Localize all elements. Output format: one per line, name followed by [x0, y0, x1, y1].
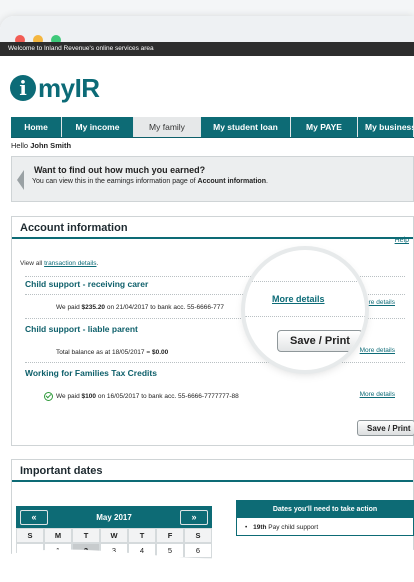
- view-all-transactions: View all transaction details.: [20, 260, 98, 267]
- view-all-suffix: .: [96, 260, 99, 267]
- myir-logo[interactable]: i myIR: [10, 68, 100, 108]
- calendar-next-button[interactable]: »: [180, 509, 208, 525]
- working-for-families-title: Working for Families Tax Credits: [25, 368, 157, 378]
- calendar-header: « May 2017 »: [16, 506, 212, 528]
- calendar-prev-button[interactable]: «: [20, 509, 48, 525]
- child-support-liable-balance: Total balance as at 18/05/2017 = $0.00: [56, 349, 168, 356]
- child-support-receiving-payment: We paid $235.20 on 21/04/2017 to bank ac…: [56, 304, 224, 311]
- logo-text: myIR: [38, 72, 100, 103]
- promo-prev-arrow-icon[interactable]: [17, 170, 24, 190]
- action-dates-header: Dates you'll need to take action: [237, 501, 413, 518]
- promo-text: You can view this in the earnings inform…: [32, 178, 268, 185]
- promo-text-prefix: You can view this in the earnings inform…: [32, 178, 196, 185]
- bottom-wave-decoration: [0, 543, 414, 582]
- payment-suffix: on 16/05/2017 to bank acc. 55-6666-77777…: [97, 393, 239, 400]
- payment-amount: $235.20: [81, 304, 106, 311]
- promo-text-suffix: .: [265, 178, 268, 185]
- important-dates-title: Important dates: [12, 460, 413, 482]
- tab-my-business[interactable]: My business: [358, 117, 414, 137]
- tab-my-income[interactable]: My income: [62, 117, 134, 137]
- child-support-receiving-title: Child support - receiving carer: [25, 279, 149, 289]
- greeting-prefix: Hello: [11, 141, 29, 150]
- tab-my-family[interactable]: My family: [134, 117, 201, 137]
- magnifier-divider: [245, 316, 365, 317]
- account-information-title: Account information: [12, 217, 413, 239]
- magnified-save-print-button[interactable]: Save / Print: [277, 330, 363, 352]
- check-circle-icon: [44, 392, 53, 401]
- more-details-liable-link[interactable]: More details: [360, 347, 395, 354]
- action-date-text: Pay child support: [268, 524, 319, 531]
- promo-banner: Want to find out how much you earned? Yo…: [11, 156, 414, 202]
- help-link[interactable]: Help: [395, 237, 409, 244]
- working-for-families-payment: We paid $100 on 16/05/2017 to bank acc. …: [56, 393, 239, 400]
- more-details-wff-link[interactable]: More details: [360, 391, 395, 398]
- greeting: Hello John Smith: [11, 141, 71, 150]
- magnified-more-details-link[interactable]: More details: [272, 294, 325, 304]
- more-details-receiving-link[interactable]: More details: [360, 299, 395, 306]
- payment-prefix: We paid: [56, 304, 80, 311]
- action-dates-box: Dates you'll need to take action 19th Pa…: [236, 500, 414, 536]
- view-all-prefix: View all: [20, 260, 43, 267]
- child-support-liable-title: Child support - liable parent: [25, 324, 138, 334]
- logo-mark: i: [10, 75, 36, 101]
- action-date-item: 19th Pay child support: [237, 518, 413, 535]
- magnifier-callout: More details Save / Print: [245, 250, 365, 370]
- magnifier-divider: [245, 281, 365, 282]
- tab-home[interactable]: Home: [11, 117, 62, 137]
- payment-suffix: on 21/04/2017 to bank acc. 55-6666-777: [106, 304, 224, 311]
- tab-my-student-loan[interactable]: My student loan: [201, 117, 291, 137]
- payment-amount: $100: [81, 393, 97, 400]
- transaction-details-link[interactable]: transaction details: [44, 260, 96, 267]
- promo-text-link[interactable]: Account information: [198, 178, 266, 185]
- save-print-button[interactable]: Save / Print: [357, 420, 414, 436]
- balance-prefix: Total balance as at 18/05/2017 =: [56, 349, 151, 356]
- welcome-bar: Welcome to Inland Revenue's online servi…: [0, 42, 414, 56]
- balance-amount: $0.00: [151, 349, 169, 356]
- screenshot-frame: Welcome to Inland Revenue's online servi…: [0, 0, 414, 582]
- main-nav: Home My income My family My student loan…: [11, 117, 414, 138]
- section-divider: [25, 362, 405, 363]
- tab-my-paye[interactable]: My PAYE: [291, 117, 358, 137]
- calendar-month: May 2017: [96, 512, 132, 522]
- payment-prefix: We paid: [56, 393, 80, 400]
- promo-title: Want to find out how much you earned?: [34, 165, 206, 175]
- action-date: 19th: [253, 524, 267, 531]
- greeting-name: John Smith: [30, 141, 72, 150]
